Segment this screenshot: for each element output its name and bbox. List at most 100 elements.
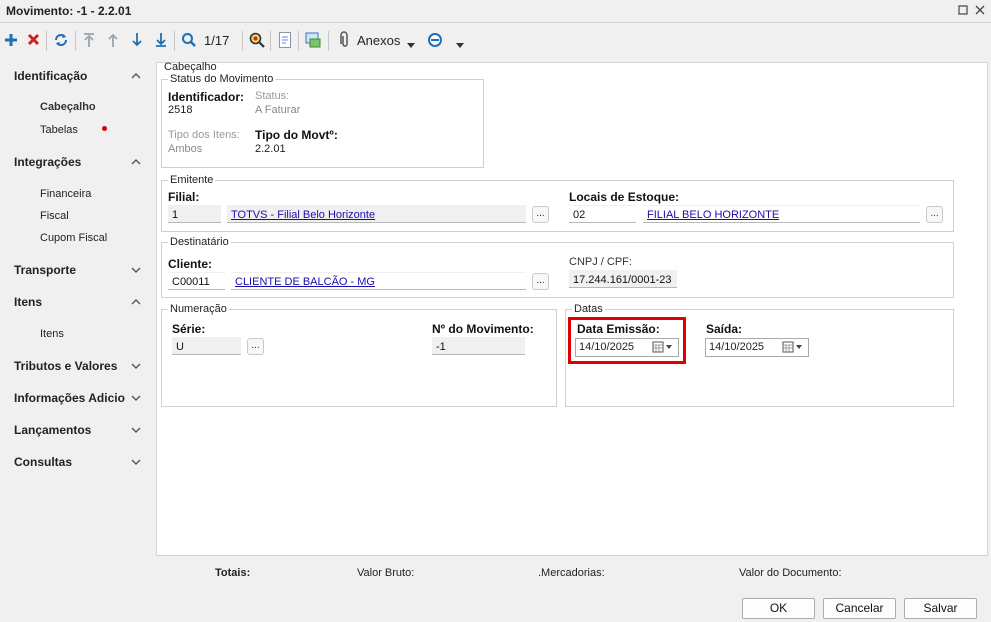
report-icon[interactable] <box>302 28 324 52</box>
chevron-down-icon[interactable] <box>130 360 142 372</box>
title-bar: Movimento: -1 - 2.2.01 <box>0 0 991 23</box>
tipo-movto-value: 2.2.01 <box>255 143 286 155</box>
paperclip-icon[interactable] <box>334 28 356 52</box>
calendar-icon[interactable] <box>781 340 805 357</box>
add-icon[interactable] <box>0 28 22 52</box>
saida-label: Saída: <box>706 322 743 336</box>
valor-bruto-label: Valor Bruto: <box>357 567 415 579</box>
chevron-down-icon[interactable] <box>130 424 142 436</box>
data-emissao-label: Data Emissão: <box>577 322 660 336</box>
status-legend: Status do Movimento <box>168 73 276 85</box>
datas-legend: Datas <box>572 303 605 315</box>
sidebar-item-fiscal[interactable]: Fiscal <box>40 210 69 222</box>
filial-name-link[interactable]: TOTVS - Filial Belo Horizonte <box>231 209 375 221</box>
serie-label: Série: <box>172 322 206 336</box>
chevron-up-icon[interactable] <box>130 70 142 82</box>
sidebar-section-integracoes[interactable]: Integrações <box>14 155 81 169</box>
cliente-lookup-button[interactable]: ... <box>532 273 549 290</box>
save-button[interactable]: Salvar <box>904 598 977 619</box>
sidebar-section-informacoes[interactable]: Informações Adicio <box>14 391 125 405</box>
status-value: A Faturar <box>255 104 301 116</box>
toolbar-separator <box>75 31 76 51</box>
filial-code-field[interactable]: 1 <box>168 205 221 223</box>
totais-label: Totais: <box>215 567 251 579</box>
serie-lookup-button[interactable]: ... <box>247 338 264 355</box>
sidebar-item-cabecalho[interactable]: Cabeçalho <box>40 101 96 113</box>
identificador-value: 2518 <box>168 104 193 116</box>
toolbar-separator <box>174 31 175 51</box>
sidebar-section-transporte[interactable]: Transporte <box>14 263 76 277</box>
anexos-button[interactable]: Anexos <box>357 33 400 48</box>
data-emissao-value: 14/10/2025 <box>579 341 635 353</box>
num-movimento-field[interactable]: -1 <box>432 337 525 355</box>
toolbar-separator <box>298 31 299 51</box>
filial-label: Filial: <box>168 190 200 204</box>
first-record-icon[interactable] <box>78 28 100 52</box>
refresh-icon[interactable] <box>50 28 72 52</box>
filial-lookup-button[interactable]: ... <box>532 206 549 223</box>
emitente-legend: Emitente <box>168 174 216 186</box>
next-record-icon[interactable] <box>126 28 148 52</box>
delete-icon[interactable] <box>22 28 44 52</box>
numeracao-legend: Numeração <box>168 303 229 315</box>
status-label: Status: <box>255 90 290 102</box>
toolbar: 1/17 Anexos <box>0 28 991 54</box>
sidebar-item-tabelas[interactable]: Tabelas <box>40 124 78 136</box>
chevron-up-icon[interactable] <box>130 156 142 168</box>
toolbar-separator <box>328 31 329 51</box>
tipo-movto-label: Tipo do Movtº: <box>255 128 338 142</box>
chevron-down-icon[interactable] <box>130 456 142 468</box>
locais-code-field[interactable]: 02 <box>569 205 636 223</box>
num-movimento-label: Nº do Movimento: <box>432 322 534 336</box>
toolbar-separator <box>270 31 271 51</box>
tipo-itens-label: Tipo dos Itens: <box>168 129 240 141</box>
options-icon[interactable] <box>424 28 446 52</box>
maximize-icon[interactable] <box>955 3 971 19</box>
locais-name-field[interactable]: FILIAL BELO HORIZONTE <box>643 205 920 223</box>
sidebar-section-itens[interactable]: Itens <box>14 295 42 309</box>
search-icon[interactable] <box>178 28 200 52</box>
cliente-name-field[interactable]: CLIENTE DE BALCÃO - MG <box>231 272 526 290</box>
cliente-label: Cliente: <box>168 257 213 271</box>
toolbar-separator <box>46 31 47 51</box>
cancel-button[interactable]: Cancelar <box>823 598 896 619</box>
close-icon[interactable] <box>972 3 988 19</box>
previous-record-icon[interactable] <box>102 28 124 52</box>
cnpj-field[interactable]: 17.244.161/0001-23 <box>569 270 677 288</box>
identificador-label: Identificador: <box>168 90 245 104</box>
record-counter: 1/17 <box>204 33 230 48</box>
cnpj-label: CNPJ / CPF: <box>569 256 632 268</box>
chevron-down-icon[interactable] <box>130 264 142 276</box>
window-title: Movimento: -1 - 2.2.01 <box>6 4 132 18</box>
filial-name-field[interactable]: TOTVS - Filial Belo Horizonte <box>227 205 526 223</box>
sidebar-item-financeira[interactable]: Financeira <box>40 188 91 200</box>
saida-value: 14/10/2025 <box>709 341 765 353</box>
destinatario-legend: Destinatário <box>168 236 231 248</box>
cliente-name-link[interactable]: CLIENTE DE BALCÃO - MG <box>235 276 375 288</box>
valor-documento-label: Valor do Documento: <box>739 567 842 579</box>
last-record-icon[interactable] <box>150 28 172 52</box>
sidebar-item-cupom-fiscal[interactable]: Cupom Fiscal <box>40 232 107 244</box>
zoom-search-icon[interactable] <box>246 28 268 52</box>
sidebar-item-itens[interactable]: Itens <box>40 328 64 340</box>
locais-lookup-button[interactable]: ... <box>926 206 943 223</box>
document-icon[interactable] <box>274 28 296 52</box>
mercadorias-label: .Mercadorias: <box>538 567 605 579</box>
sidebar-section-tributos[interactable]: Tributos e Valores <box>14 359 117 373</box>
toolbar-separator <box>242 31 243 51</box>
chevron-up-icon[interactable] <box>130 296 142 308</box>
chevron-down-icon[interactable] <box>130 392 142 404</box>
ok-button[interactable]: OK <box>742 598 815 619</box>
locais-name-link[interactable]: FILIAL BELO HORIZONTE <box>647 209 779 221</box>
anexos-dropdown-icon[interactable] <box>407 38 415 52</box>
panel-caption: Cabeçalho <box>164 61 217 73</box>
calendar-icon[interactable] <box>651 340 675 357</box>
cliente-code-field[interactable]: C00011 <box>168 272 225 290</box>
options-dropdown-icon[interactable] <box>456 38 464 52</box>
serie-field[interactable]: U <box>172 337 241 355</box>
tipo-itens-value: Ambos <box>168 143 203 155</box>
sidebar-section-consultas[interactable]: Consultas <box>14 455 72 469</box>
sidebar-section-identificacao[interactable]: Identificação <box>14 69 87 83</box>
required-dot <box>102 126 107 131</box>
sidebar-section-lancamentos[interactable]: Lançamentos <box>14 423 91 437</box>
